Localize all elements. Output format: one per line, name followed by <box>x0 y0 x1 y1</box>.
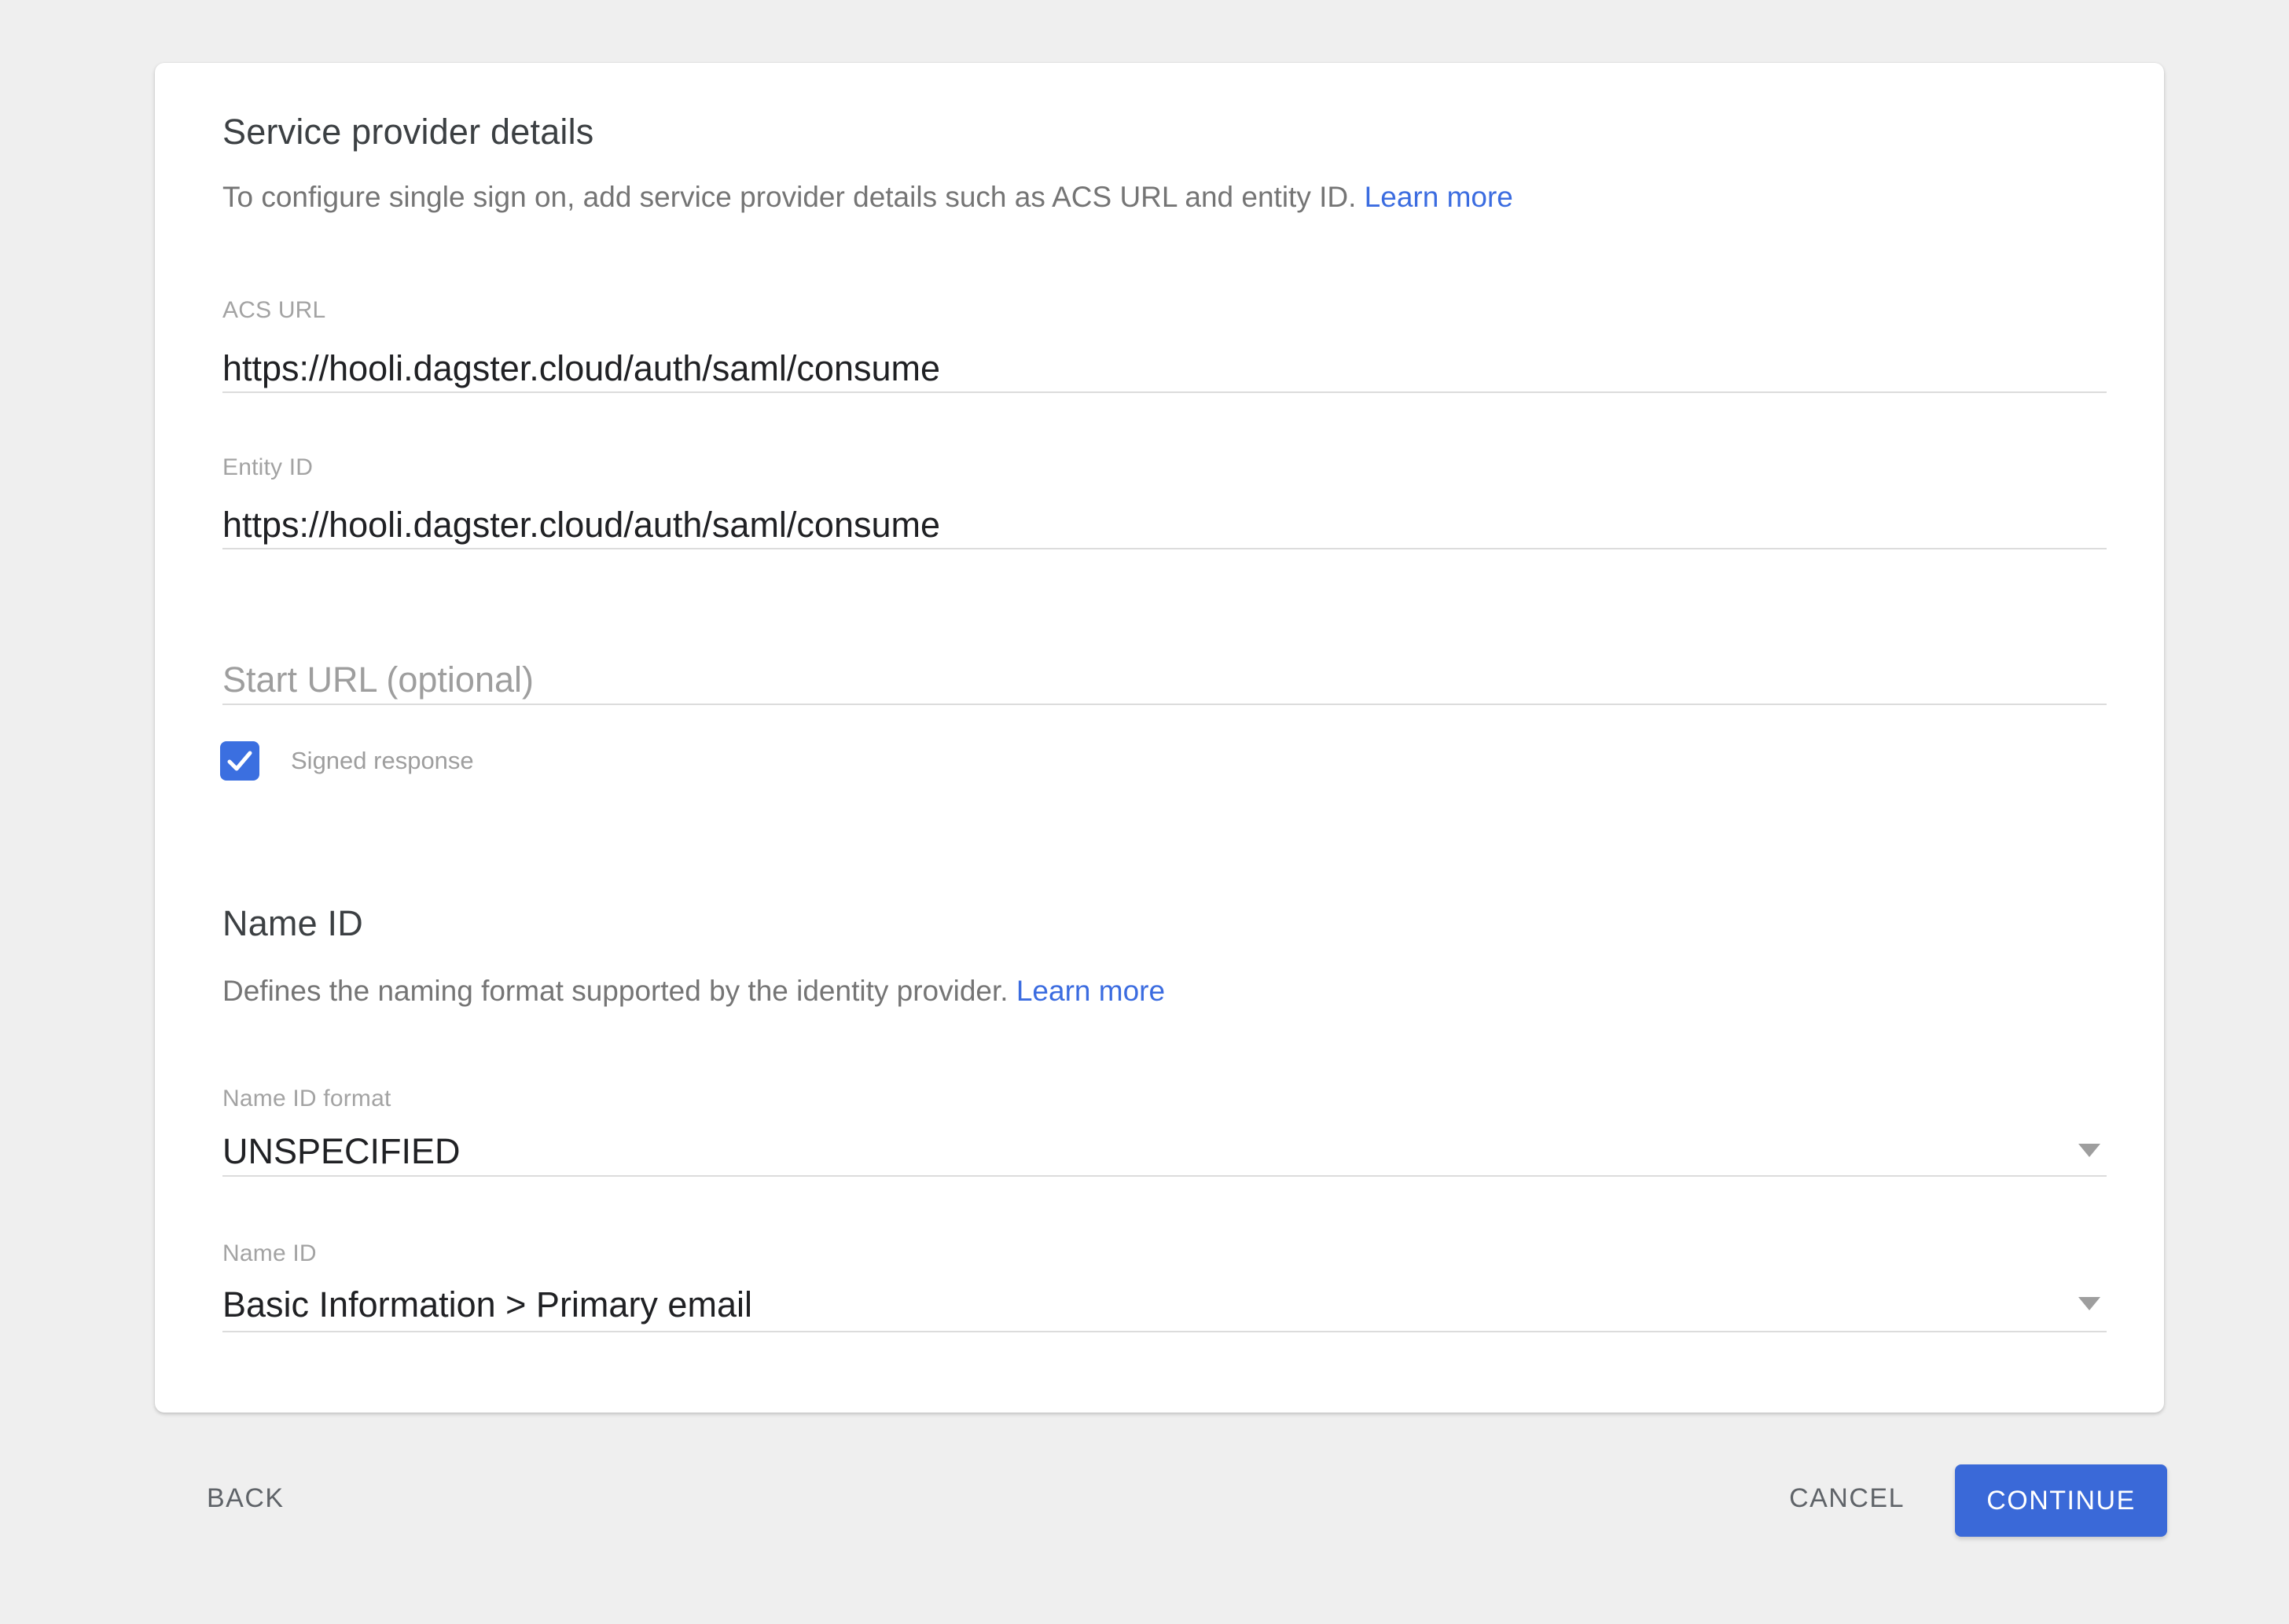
entity-id-label: Entity ID <box>222 456 313 479</box>
service-provider-card: Service provider details To configure si… <box>155 63 2164 1413</box>
signed-response-checkbox[interactable] <box>220 741 259 781</box>
entity-id-input[interactable] <box>222 502 2107 549</box>
name-id-label: Name ID <box>222 1242 317 1266</box>
acs-url-input[interactable] <box>222 346 2107 393</box>
start-url-input[interactable] <box>222 656 2107 705</box>
name-id-description: Defines the naming format supported by t… <box>222 975 1165 1008</box>
name-id-description-text: Defines the naming format supported by t… <box>222 975 1009 1007</box>
chevron-down-icon[interactable] <box>2078 1297 2100 1310</box>
learn-more-link-service-provider[interactable]: Learn more <box>1365 181 1513 213</box>
section-title-service-provider: Service provider details <box>222 114 594 149</box>
name-id-select[interactable]: Basic Information > Primary email <box>222 1285 752 1325</box>
chevron-down-icon[interactable] <box>2078 1144 2100 1157</box>
saml-config-page: Service provider details To configure si… <box>0 0 2289 1624</box>
name-id-format-select[interactable]: UNSPECIFIED <box>222 1132 461 1171</box>
learn-more-link-name-id[interactable]: Learn more <box>1016 975 1165 1007</box>
cancel-button[interactable]: CANCEL <box>1789 1484 1905 1512</box>
section-title-name-id: Name ID <box>222 906 363 941</box>
name-id-format-underline <box>222 1175 2107 1177</box>
acs-url-label: ACS URL <box>222 299 325 322</box>
continue-button[interactable]: CONTINUE <box>1955 1464 2167 1537</box>
name-id-underline <box>222 1331 2107 1332</box>
back-button[interactable]: BACK <box>207 1484 285 1512</box>
section-description: To configure single sign on, add service… <box>222 181 1513 214</box>
signed-response-label: Signed response <box>291 741 474 781</box>
name-id-format-label: Name ID format <box>222 1087 391 1111</box>
checkmark-icon <box>220 741 259 781</box>
section-description-text: To configure single sign on, add service… <box>222 181 1356 213</box>
